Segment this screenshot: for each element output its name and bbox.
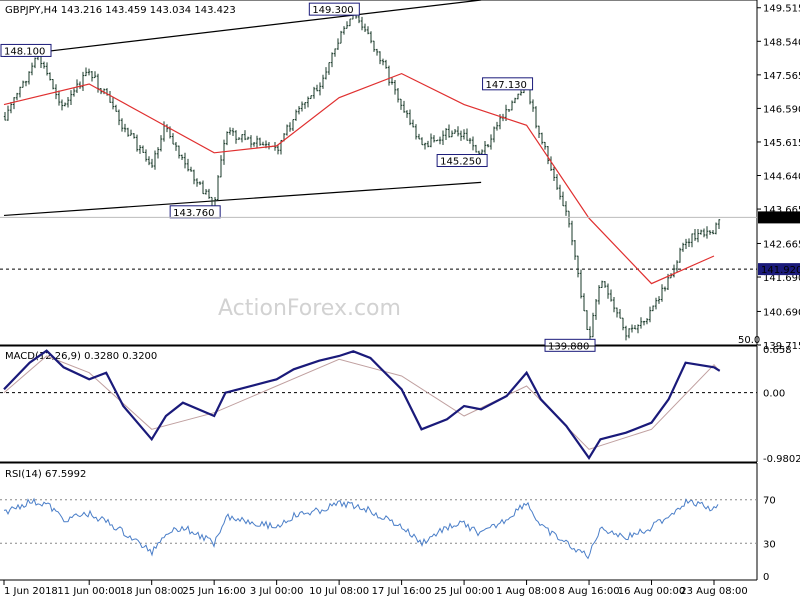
watermark: ActionForex.com (218, 296, 401, 321)
price-annotation-label: 148.100 (4, 46, 45, 57)
time-tick-label: 18 Jun 08:00 (120, 586, 184, 597)
price-tick-label: 145.615 (763, 138, 800, 149)
price-tick-label: 142.665 (763, 239, 800, 250)
forex-chart: ActionForex.com GBPJPY,H4 143.216 143.45… (0, 0, 800, 600)
time-tick-label: 8 Aug 16:00 (559, 586, 620, 597)
time-tick-label: 11 Jun 00:00 (57, 586, 121, 597)
price-tick-label: 140.690 (763, 307, 800, 318)
time-tick-label: 1 Aug 08:00 (496, 586, 557, 597)
support-label: 141.920 (761, 265, 800, 276)
price-annotation-label: 149.300 (312, 5, 353, 16)
macd-title: MACD(12,26,9) 0.3280 0.3200 (5, 351, 157, 362)
price-annotation-label: 145.250 (440, 157, 481, 168)
time-tick-label: 23 Aug 08:00 (680, 586, 747, 597)
time-tick-label: 3 Jul 00:00 (250, 586, 304, 597)
time-tick-label: 17 Jul 16:00 (372, 586, 432, 597)
macd-tick-label: 0.00 (763, 389, 785, 400)
price-tick-label: 149.515 (763, 4, 800, 15)
time-tick-label: 1 Jun 2018 (4, 586, 58, 597)
main-title: GBPJPY,H4 143.216 143.459 143.034 143.42… (5, 5, 236, 16)
price-tick-label: 147.565 (763, 71, 800, 82)
time-tick-label: 10 Jul 08:00 (309, 586, 369, 597)
rsi-tick-label: 30 (763, 539, 776, 550)
time-tick-label: 25 Jun 16:00 (182, 586, 246, 597)
time-tick-label: 25 Jul 00:00 (434, 586, 494, 597)
rsi-title: RSI(14) 67.5992 (5, 469, 86, 480)
rsi-tick-label: 70 (763, 496, 776, 507)
price-tick-label: 144.640 (763, 172, 800, 183)
price-tick-label: 148.540 (763, 37, 800, 48)
macd-tick-label: 0.658 (763, 345, 792, 356)
current-price-label: 143.423 (761, 213, 800, 224)
rsi-tick-label: 0 (763, 572, 769, 583)
time-tick-label: 16 Aug 00:00 (618, 586, 685, 597)
price-tick-label: 146.590 (763, 104, 800, 115)
extra-label: 50.0 (738, 335, 760, 346)
price-annotation-label: 139.880 (548, 341, 589, 352)
macd-tick-label: -0.9802 (763, 454, 800, 465)
price-annotation-label: 147.130 (486, 80, 527, 91)
